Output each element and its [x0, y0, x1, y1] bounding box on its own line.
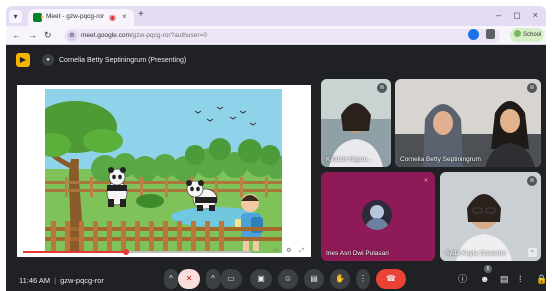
participant-tile[interactable]: ≋ Kirantri Hayun... — [321, 79, 391, 167]
participant-tile-presenter[interactable]: ≋ Cornelia Betty Septiningrum — [395, 79, 541, 167]
activities-icon[interactable]: ⁞ — [519, 274, 522, 285]
profile-chip[interactable]: School — [510, 28, 544, 42]
camera-icon[interactable]: ▭ — [220, 269, 242, 289]
new-tab-button[interactable]: + — [138, 9, 144, 21]
presentation-icon[interactable]: ▶ — [16, 53, 30, 67]
close-window-button[interactable]: × — [533, 9, 538, 21]
audio-settings-button[interactable]: ^ — [164, 269, 178, 289]
url-field[interactable]: ⚙ meet.google.com/gzw-pqcg-ror?authuser=… — [64, 29, 500, 43]
captions-icon[interactable]: ▤ — [304, 269, 324, 289]
tab-strip: ▾ Meet - gzw-pqcg-ror ◉ × + – ◻ × — [6, 6, 546, 26]
reload-icon[interactable]: ↻ — [44, 30, 52, 41]
video-progress-fill — [23, 251, 126, 253]
site-info-icon[interactable]: ⚙ — [67, 31, 77, 41]
participant-video — [440, 172, 541, 261]
shared-video-frame — [45, 89, 282, 253]
mic-active-icon: ≋ — [377, 83, 387, 93]
present-screen-icon[interactable]: ▣ — [250, 269, 272, 289]
zoo-illustration — [45, 89, 282, 253]
forward-arrow-icon[interactable]: → — [28, 30, 37, 41]
meeting-info: 11:46 AM | gzw-pqcg-ror — [19, 276, 104, 285]
avatar — [362, 200, 392, 230]
address-bar: ← → ↻ ⚙ meet.google.com/gzw-pqcg-ror?aut… — [6, 26, 546, 45]
people-icon[interactable]: ☻ — [480, 274, 489, 285]
avatar — [514, 30, 521, 37]
meet-window: ▶ ● Cornelia Betty Septiningrum (Present… — [6, 45, 547, 291]
participant-name: Ayda Keyla Siswanto — [445, 250, 506, 257]
meeting-code: gzw-pqcg-ror — [60, 276, 104, 285]
url-text: meet.google.com/gzw-pqcg-ror?authuser=0 — [81, 32, 207, 39]
tab-close-icon[interactable]: × — [122, 12, 127, 22]
host-controls-lock-icon[interactable]: 🔒 — [536, 274, 547, 285]
video-settings-button[interactable]: ^ — [206, 269, 220, 289]
presenter-avatar: ● — [42, 54, 54, 66]
maximize-button[interactable]: ◻ — [513, 9, 520, 21]
participant-name: Kirantri Hayun... — [326, 156, 373, 163]
mic-off-icon[interactable]: ✕ — [178, 269, 200, 289]
meeting-time: 11:46 AM — [19, 276, 51, 285]
emoji-icon[interactable]: ☺ — [278, 269, 298, 289]
presenter-label: Cornelia Betty Septiningrum (Presenting) — [59, 56, 187, 64]
more-options-icon[interactable]: ⋮ — [356, 269, 370, 289]
participant-video — [395, 79, 541, 167]
recording-indicator-icon: ◉ — [109, 13, 116, 22]
end-call-button[interactable]: ☎ — [376, 269, 406, 289]
minimize-button[interactable]: – — [496, 9, 501, 21]
video-progress-bar[interactable] — [23, 249, 251, 255]
meeting-details-icon[interactable]: ⓘ — [458, 274, 467, 285]
window-controls: – ◻ × — [496, 9, 538, 21]
mic-active-icon: ≋ — [527, 176, 537, 186]
participant-tile[interactable]: ≋ Ayda Keyla Siswanto ▫ — [440, 172, 541, 261]
participant-count-badge: 6 — [484, 265, 492, 273]
mic-active-icon: ≋ — [527, 83, 537, 93]
video-player-bar: ▭ ⚙ ⤢ — [17, 247, 311, 257]
tab-search-menu-icon[interactable]: ▾ — [9, 10, 22, 23]
pin-icon[interactable]: ▫ — [528, 248, 537, 257]
presentation-stage[interactable]: ▭ ⚙ ⤢ — [17, 85, 311, 257]
back-arrow-icon[interactable]: ← — [12, 30, 21, 41]
extension-icon[interactable] — [468, 29, 479, 40]
chat-icon[interactable]: ▤ — [500, 274, 509, 285]
tab-title: Meet - gzw-pqcg-ror — [46, 13, 105, 20]
participant-name: Ines Asri Dwi Pulasari — [326, 250, 389, 257]
presenter-chip: ● Cornelia Betty Septiningrum (Presentin… — [42, 54, 186, 66]
raise-hand-icon[interactable]: ✋ — [330, 269, 350, 289]
mic-muted-icon: ✕ — [423, 178, 429, 184]
extensions-puzzle-icon[interactable] — [486, 29, 495, 39]
participant-name: Cornelia Betty Septiningrum — [400, 156, 481, 163]
participant-tile-avatar[interactable]: ✕ Ines Asri Dwi Pulasari — [321, 172, 435, 261]
meet-favicon-icon — [33, 13, 44, 22]
video-progress-knob[interactable] — [122, 249, 129, 255]
tab-meet[interactable]: Meet - gzw-pqcg-ror ◉ × — [28, 9, 134, 26]
video-player-controls[interactable]: ▭ ⚙ ⤢ — [273, 247, 307, 255]
